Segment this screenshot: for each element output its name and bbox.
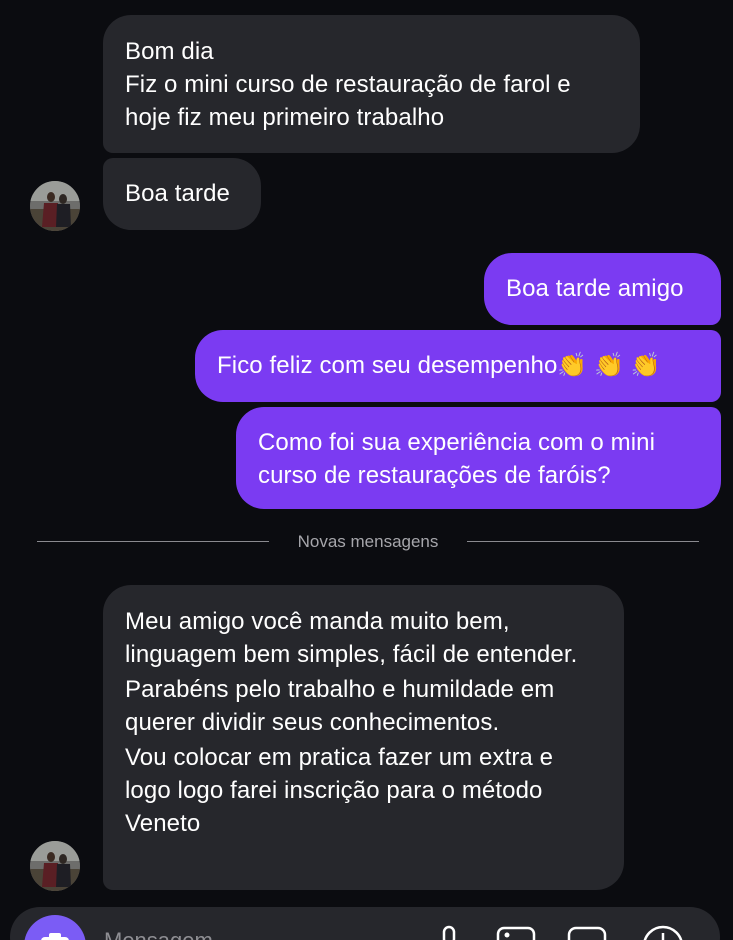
- contact-avatar[interactable]: [30, 181, 80, 231]
- divider-line-left: [37, 541, 269, 542]
- image-icon[interactable]: [496, 924, 536, 940]
- message-text: Bom dia: [125, 38, 214, 65]
- message-text: Como foi sua experiência com o mini curs…: [258, 429, 656, 489]
- message-input[interactable]: Mensagem...: [104, 928, 231, 940]
- camera-button[interactable]: [24, 915, 86, 940]
- avatar-photo: [30, 181, 80, 231]
- message-text: Fico feliz com seu desempenho👏 👏 👏: [217, 352, 661, 379]
- microphone-icon[interactable]: [436, 924, 462, 940]
- message-bubble-incoming[interactable]: Boa tarde: [103, 158, 261, 230]
- add-icon[interactable]: [640, 924, 686, 940]
- divider-line-right: [467, 541, 699, 542]
- chat-screen: Bom dia Fiz o mini curso de restauração …: [0, 0, 733, 940]
- message-bubble-incoming[interactable]: Bom dia Fiz o mini curso de restauração …: [103, 15, 640, 153]
- message-text: Vou colocar em pratica fazer um extra e …: [125, 744, 554, 837]
- message-text: Fiz o mini curso de restauração de farol…: [125, 71, 571, 131]
- message-bubble-outgoing[interactable]: Como foi sua experiência com o mini curs…: [236, 407, 721, 509]
- avatar-photo: [30, 841, 80, 891]
- new-messages-divider: Novas mensagens: [297, 532, 439, 551]
- message-bubble-outgoing[interactable]: Fico feliz com seu desempenho👏 👏 👏: [195, 330, 721, 402]
- message-text: Boa tarde amigo: [506, 275, 684, 302]
- camera-icon: [41, 933, 69, 940]
- message-text: Meu amigo você manda muito bem, linguage…: [125, 608, 578, 668]
- message-bubble-incoming[interactable]: Meu amigo você manda muito bem, linguage…: [103, 585, 624, 890]
- message-text: Parabéns pelo trabalho e humildade em qu…: [125, 676, 555, 736]
- contact-avatar[interactable]: [30, 841, 80, 891]
- sticker-icon[interactable]: [567, 924, 607, 940]
- message-bubble-outgoing[interactable]: Boa tarde amigo: [484, 253, 721, 325]
- message-text: Boa tarde: [125, 180, 230, 207]
